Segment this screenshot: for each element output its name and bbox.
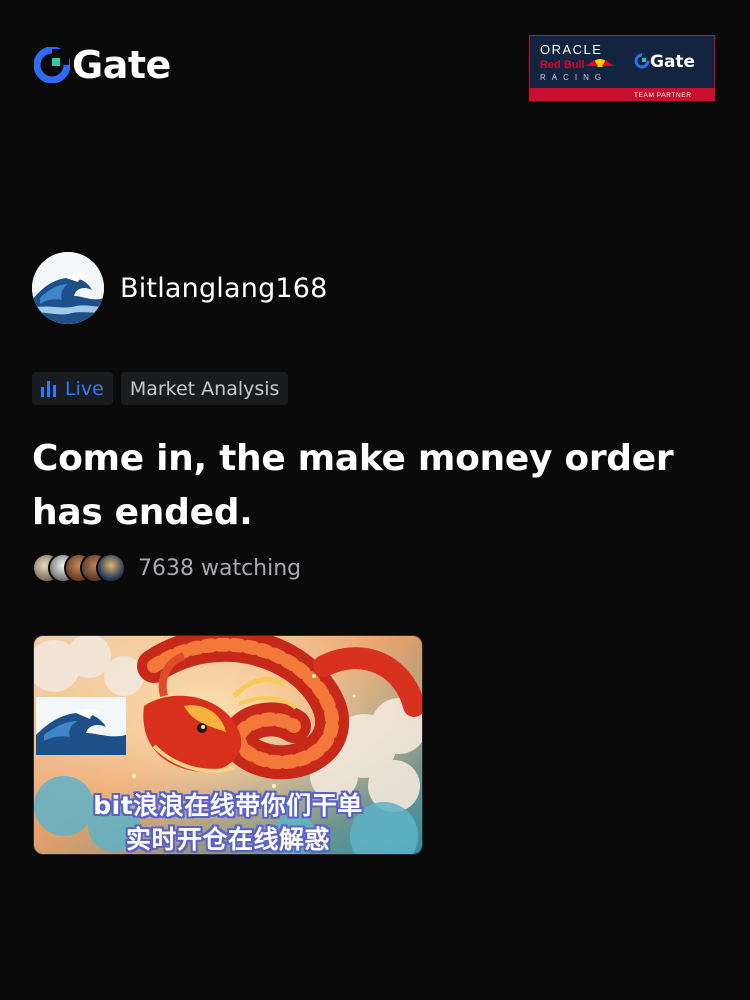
topic-tag[interactable]: Market Analysis [120,372,289,405]
watching-count: 7638 watching [138,555,302,581]
partner-oracle-text: ORACLE [540,42,602,57]
stream-thumbnail[interactable]: bit浪浪在线带你们干单 实时开仓在线解惑 [33,635,423,855]
live-label: Live [65,377,104,400]
viewer-avatars [32,553,126,583]
thumbnail-caption-line1: bit浪浪在线带你们干单 [93,791,363,820]
stream-tags: Live Market Analysis [32,372,289,405]
live-badge: Live [32,372,113,405]
partner-redbull-text: Red Bull [540,59,585,71]
partner-gate-text: Gate [650,52,695,72]
streamer-name[interactable]: Bitlanglang168 [120,273,328,304]
partner-badge[interactable]: ORACLE Red Bull RACING Gate TEAM PARTNER [529,35,715,101]
live-bars-icon [41,380,56,397]
thumbnail-caption-line2: 实时开仓在线解惑 [125,825,330,854]
live-stream-page: Gate ORACLE Red Bull RACING Gate TEAM PA… [0,0,750,1000]
viewer-avatar [96,553,126,583]
gate-logo[interactable]: Gate [34,46,171,84]
gate-logo-text: Gate [72,43,171,87]
streamer-info[interactable]: Bitlanglang168 [32,252,328,324]
partner-tag-text: TEAM PARTNER [634,92,692,99]
stream-title: Come in, the make money order has ended. [32,438,674,533]
gate-logo-icon [34,47,70,83]
channel-watermark [36,697,126,755]
topic-label: Market Analysis [129,377,280,400]
partner-racing-text: RACING [540,73,607,82]
watcher-summary: 7638 watching [32,553,301,583]
avatar[interactable] [32,252,104,324]
